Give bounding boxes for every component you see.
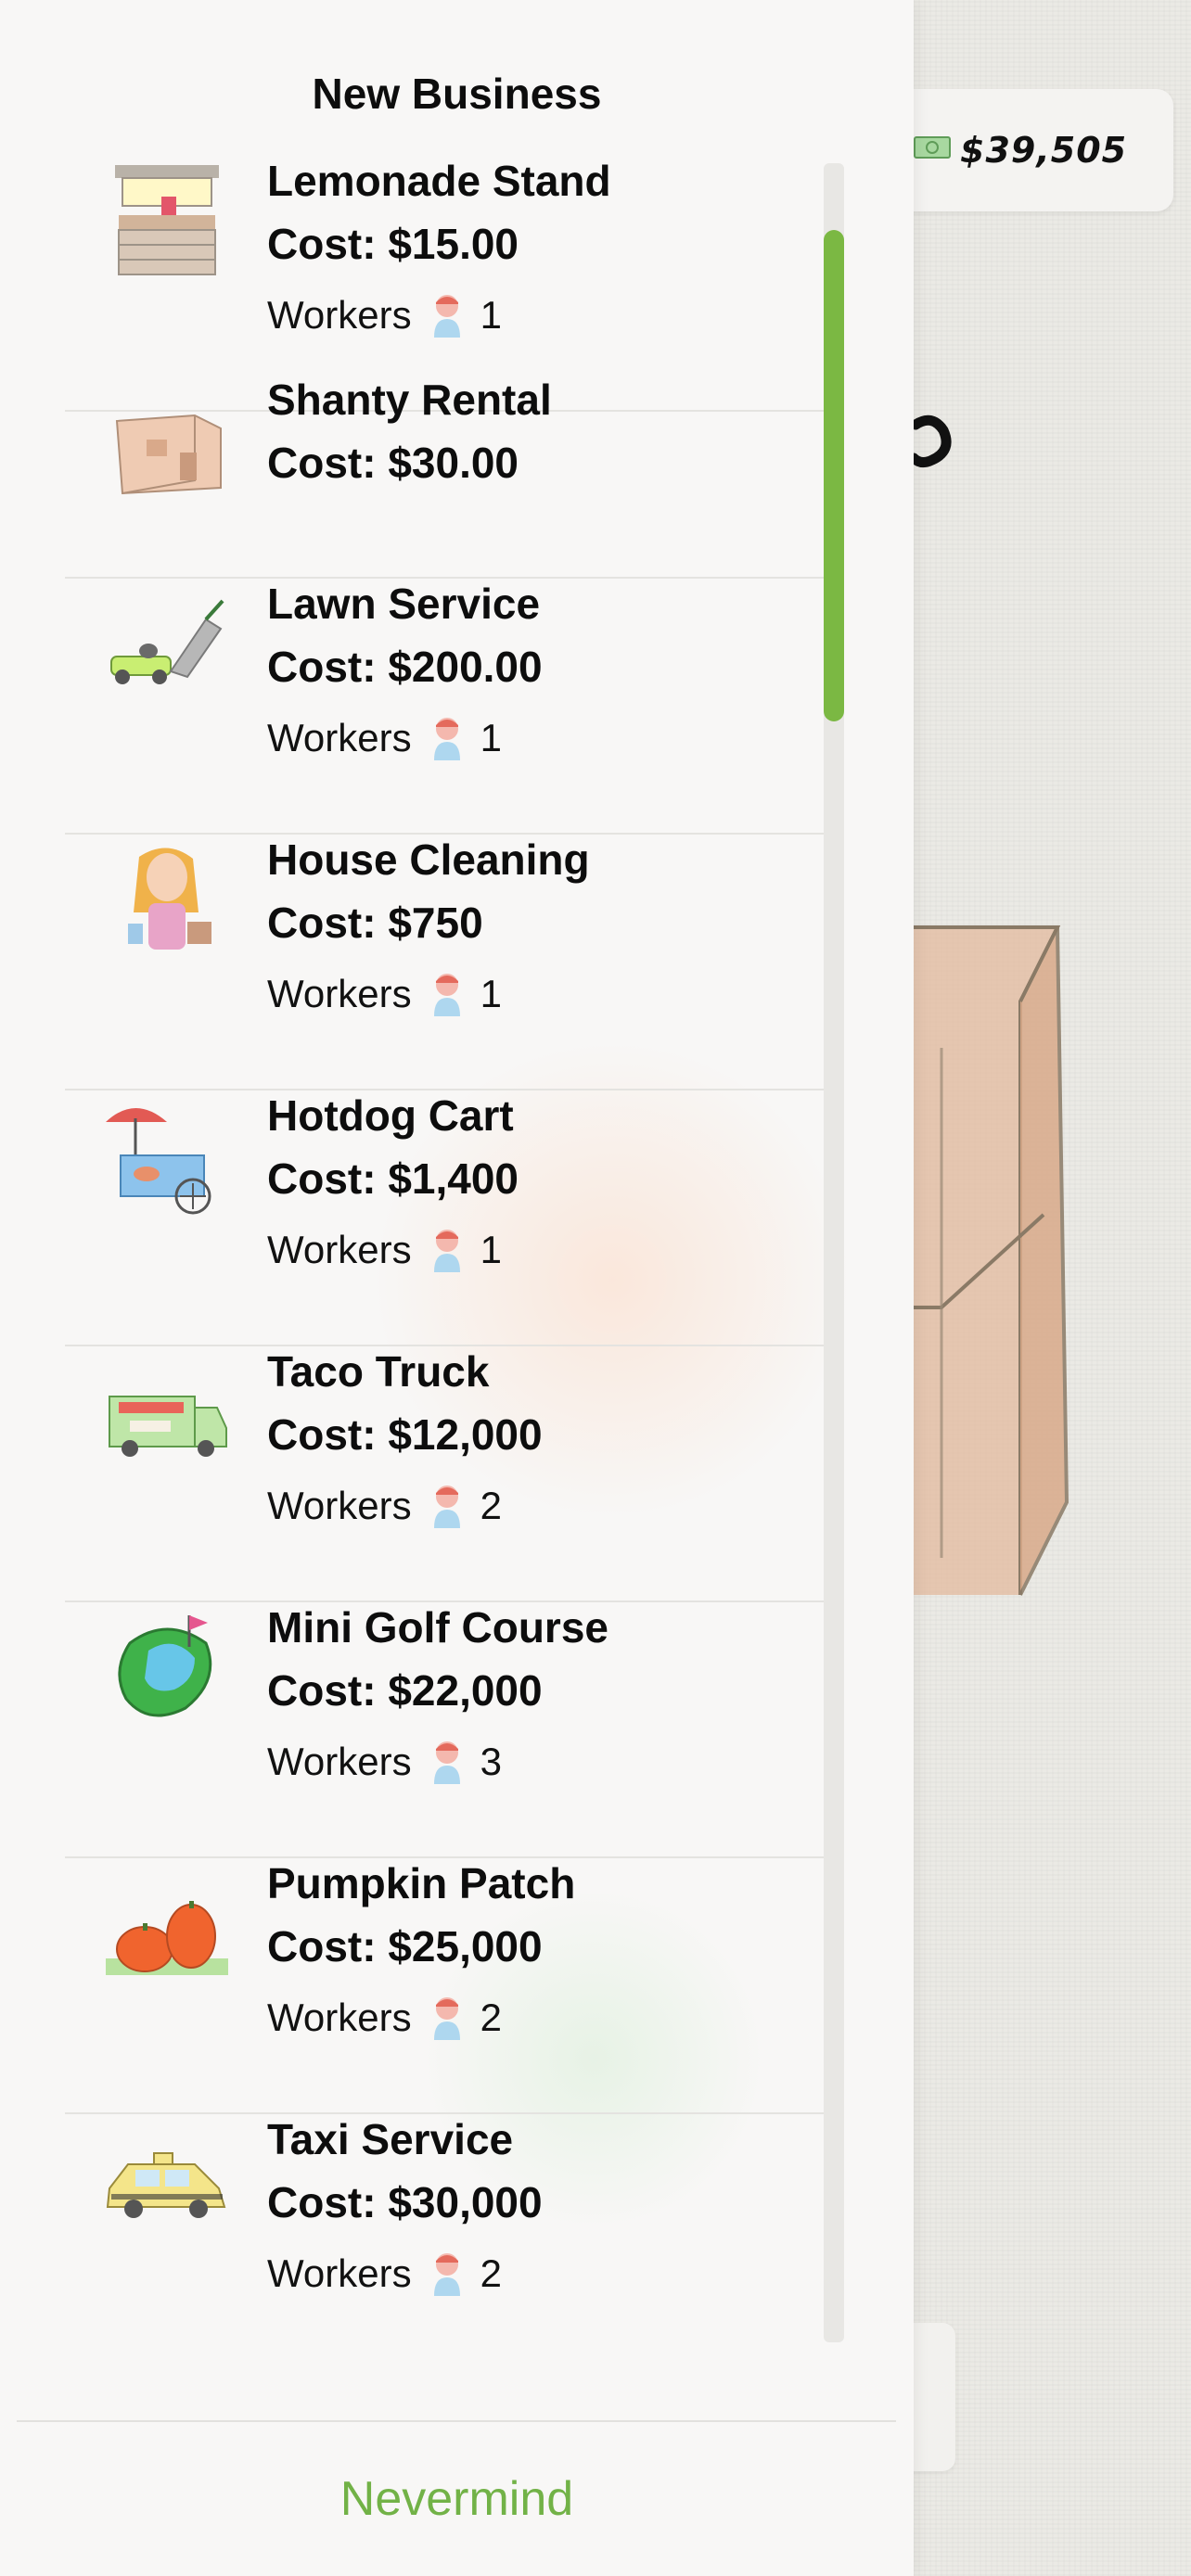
workers-count: 1 [480, 972, 502, 1015]
pumpkin-patch-icon [106, 1901, 228, 1975]
worker-icon [433, 2253, 460, 2296]
business-list[interactable]: Lemonade Stand Cost: $15.00 Workers 1 Sh… [65, 156, 826, 2342]
business-name: Hotdog Cart [267, 1091, 514, 1140]
cash-icon [914, 136, 951, 159]
workers-row: Workers 2 [267, 1992, 502, 2044]
business-cost: Cost: $22,000 [267, 1666, 543, 1715]
business-item-house-cleaning[interactable]: House Cleaning Cost: $750 Workers 1 [65, 835, 826, 1090]
workers-label: Workers [267, 1228, 412, 1271]
business-item-pumpkin-patch[interactable]: Pumpkin Patch Cost: $25,000 Workers 2 [65, 1858, 826, 2114]
hotdog-cart-icon [106, 1108, 211, 1215]
business-item-mini-golf-course[interactable]: Mini Golf Course Cost: $22,000 Workers 3 [65, 1602, 826, 1858]
workers-row: Workers 1 [267, 1224, 502, 1276]
lawn-mower-icon [110, 599, 224, 684]
workers-count: 2 [480, 1484, 502, 1527]
business-cost: Cost: $30,000 [267, 2178, 543, 2226]
workers-row: Workers 2 [267, 1480, 502, 1532]
workers-row: Workers 1 [267, 289, 502, 341]
business-item-shanty-rental[interactable]: Shanty Rental Cost: $30.00 [65, 375, 826, 579]
business-name: House Cleaning [267, 835, 590, 884]
house-cleaner-icon [128, 848, 211, 950]
business-item-hotdog-cart[interactable]: Hotdog Cart Cost: $1,400 Workers 1 [65, 1090, 826, 1346]
workers-row: Workers 2 [267, 2248, 502, 2300]
workers-label: Workers [267, 1996, 412, 2039]
business-item-taxi-service[interactable]: Taxi Service Cost: $30,000 Workers 2 [65, 2114, 826, 2342]
business-item-lemonade-stand[interactable]: Lemonade Stand Cost: $15.00 Workers 1 [65, 156, 826, 412]
business-cost: Cost: $1,400 [267, 1154, 519, 1203]
workers-count: 1 [480, 293, 502, 337]
worker-icon [433, 295, 460, 338]
mini-golf-icon [118, 1615, 212, 1717]
shanty-rental-icon [115, 414, 222, 495]
business-name: Taxi Service [267, 2115, 514, 2163]
taco-truck-icon [109, 1396, 227, 1457]
workers-label: Workers [267, 1484, 412, 1527]
workers-row: Workers 1 [267, 712, 502, 764]
workers-count: 2 [480, 1996, 502, 2039]
worker-icon [433, 1997, 460, 2040]
business-cost: Cost: $15.00 [267, 220, 519, 268]
workers-count: 1 [480, 716, 502, 759]
business-name: Lemonade Stand [267, 157, 611, 205]
workers-label: Workers [267, 1740, 412, 1783]
workers-label: Workers [267, 2251, 412, 2295]
money-badge: $39,505 [895, 89, 1173, 211]
workers-row: Workers 1 [267, 968, 502, 1020]
business-cost: Cost: $12,000 [267, 1410, 543, 1459]
business-item-taco-truck[interactable]: Taco Truck Cost: $12,000 Workers 2 [65, 1346, 826, 1602]
workers-row: Workers 3 [267, 1736, 502, 1788]
scrollbar-thumb[interactable] [824, 230, 844, 721]
business-cost: Cost: $750 [267, 899, 483, 947]
worker-icon [433, 974, 460, 1016]
business-cost: Cost: $200.00 [267, 643, 543, 691]
worker-icon [433, 1230, 460, 1272]
lemonade-stand-icon [115, 165, 219, 275]
panel-title: New Business [312, 70, 602, 118]
new-business-panel: New Business Lemonade Stand Cost: $15.00… [0, 0, 914, 2576]
business-cost: Cost: $30.00 [267, 439, 519, 487]
background-box-drawing [904, 925, 1069, 1596]
business-name: Taco Truck [267, 1347, 490, 1396]
worker-icon [433, 1741, 460, 1784]
business-item-lawn-service[interactable]: Lawn Service Cost: $200.00 Workers 1 [65, 579, 826, 835]
taxi-icon [106, 2152, 226, 2218]
nevermind-button[interactable]: Nevermind [0, 2429, 914, 2569]
business-name: Mini Golf Course [267, 1603, 608, 1651]
workers-label: Workers [267, 716, 412, 759]
background-heading-fragment [908, 414, 952, 468]
workers-label: Workers [267, 972, 412, 1015]
workers-count: 2 [480, 2251, 502, 2295]
business-name: Pumpkin Patch [267, 1859, 576, 1907]
business-name: Shanty Rental [267, 376, 552, 424]
business-name: Lawn Service [267, 580, 541, 628]
worker-icon [433, 718, 460, 760]
workers-label: Workers [267, 293, 412, 337]
business-cost: Cost: $25,000 [267, 1922, 543, 1970]
workers-count: 3 [480, 1740, 502, 1783]
worker-icon [433, 1486, 460, 1528]
money-amount: $39,505 [960, 130, 1128, 171]
footer-divider [17, 2420, 896, 2422]
workers-count: 1 [480, 1228, 502, 1271]
